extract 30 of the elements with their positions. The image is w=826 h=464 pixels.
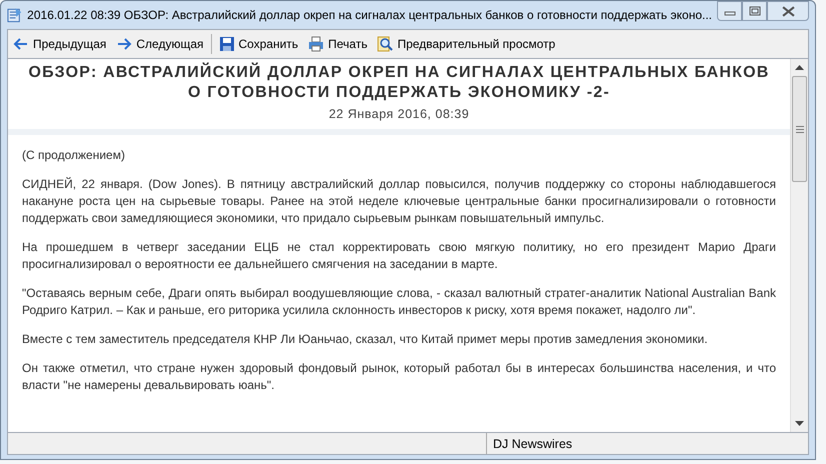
article-paragraph: На прошедшем в четверг заседании ЕЦБ не стал корректировать свою мягкую политику, но его президент Марио Драги просигнализировал о вероятности ее дальнейшего смягчения на заседании в марте. <box>22 239 776 273</box>
forward-button[interactable]: Следующая <box>113 34 207 54</box>
article-headline: ОБЗОР: АВСТРАЛИЙСКИЙ ДОЛЛАР ОКРЕП НА СИГНАЛАХ ЦЕНТРАЛЬНЫХ БАНКОВ О ГОТОВНОСТИ ПОДДЕРЖАТЬ ЭКОНОМИКУ -2- <box>28 63 770 103</box>
article-paragraph: Вместе с тем заместитель председателя КНР Ли Юаньчао, сказал, что Китай примет меры против замедления экономики. <box>22 331 709 348</box>
minimize-button[interactable] <box>717 1 742 21</box>
scroll-up-icon[interactable] <box>795 65 804 70</box>
vertical-scrollbar[interactable] <box>790 59 808 432</box>
print-button[interactable]: Печать <box>305 34 370 54</box>
close-icon <box>782 6 794 16</box>
article-paragraph: Он также отметил, что стране нужен здоровый фондовый рынок, который работал бы в интересах большинства населения, и что власти "не намерены девальвировать юань". <box>22 360 776 394</box>
scrollbar-thumb[interactable] <box>792 76 807 182</box>
maximize-button[interactable] <box>742 1 767 21</box>
grip-icon <box>796 126 804 132</box>
preview-button[interactable]: Предварительный просмотр <box>374 34 558 54</box>
window-title: 2016.01.22 08:39 ОБЗОР: Австралийский доллар окреп на сигналах центральных банков о готовности поддержать эконо... <box>27 8 712 22</box>
document-icon <box>7 7 22 23</box>
left-arrow-icon <box>13 36 29 52</box>
maximize-icon <box>748 6 760 16</box>
scroll-down-icon[interactable] <box>795 421 804 426</box>
magnifier-icon <box>377 36 394 52</box>
article-date: 22 Января 2016, 08:39 <box>328 107 470 121</box>
back-button[interactable]: Предыдущая <box>10 34 110 54</box>
right-arrow-icon <box>116 36 132 52</box>
close-button[interactable] <box>767 1 809 21</box>
article-paragraph: (С продолжением) <box>22 147 126 164</box>
article-paragraph: СИДНЕЙ, 22 января. (Dow Jones). В пятницу австралийский доллар повысился, получив поддержку со стороны наблюдавшегося накануне роста цен на сырьевые товары. Ранее на этой неделе ключевые центральные банки просигнализировали о готовности поддержать свои замедляющиеся экономики, что придало сырьевым рынкам повышательный импульс. <box>22 176 776 227</box>
status-source: DJ Newswires <box>492 436 572 450</box>
article-paragraph: "Оставаясь верным себе, Драги опять выбирал воодушевляющие слова, - сказал валютный стратег-аналитик National Australian Bank Родриго Катрил. – Как и раньше, его риторика усилила склонность инвесторов к риску, хотя время покажет, надолго ли". <box>22 285 776 319</box>
printer-icon <box>308 36 324 52</box>
save-button[interactable]: Сохранить <box>216 34 302 54</box>
